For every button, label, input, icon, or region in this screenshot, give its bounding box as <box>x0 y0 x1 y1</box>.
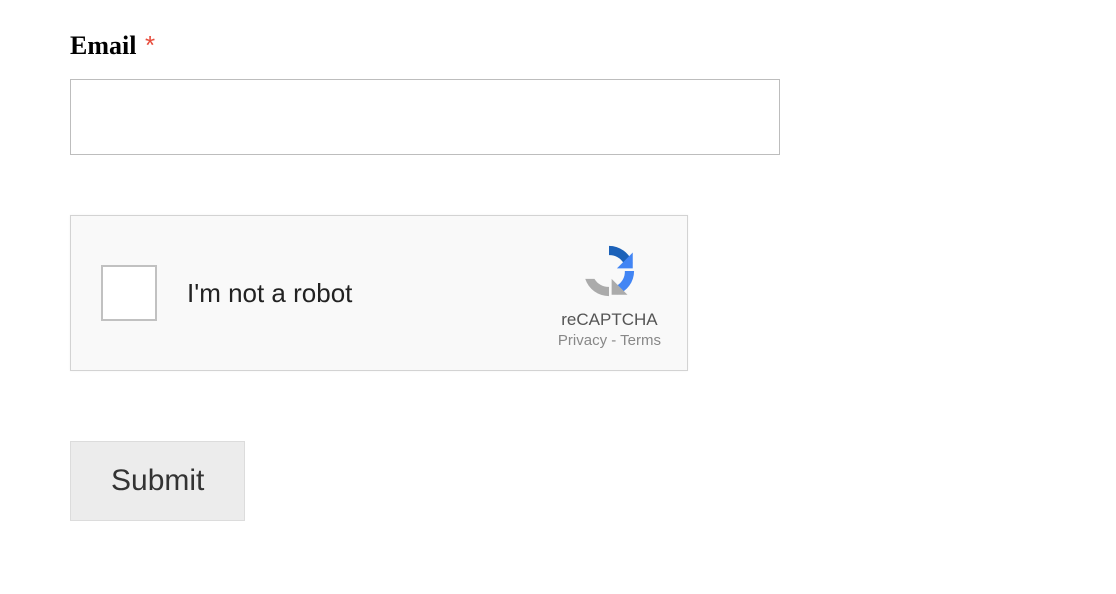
recaptcha-separator: - <box>607 332 620 349</box>
recaptcha-checkbox[interactable] <box>101 265 157 321</box>
recaptcha-links: Privacy - Terms <box>558 332 661 349</box>
required-asterisk: * <box>145 30 155 60</box>
email-field[interactable] <box>70 79 780 155</box>
email-label-text: Email <box>70 31 136 60</box>
recaptcha-branding: reCAPTCHA Privacy - Terms <box>558 238 669 349</box>
email-field-group: Email * <box>70 30 1046 155</box>
recaptcha-terms-link[interactable]: Terms <box>620 332 661 349</box>
email-label: Email * <box>70 30 1046 61</box>
recaptcha-icon <box>576 238 642 304</box>
recaptcha-privacy-link[interactable]: Privacy <box>558 332 607 349</box>
recaptcha-brand-text: reCAPTCHA <box>561 310 657 330</box>
recaptcha-widget: I'm not a robot reCAPTCHA Privacy - Term… <box>70 215 688 371</box>
submit-button[interactable]: Submit <box>70 441 245 521</box>
recaptcha-label: I'm not a robot <box>187 278 558 309</box>
